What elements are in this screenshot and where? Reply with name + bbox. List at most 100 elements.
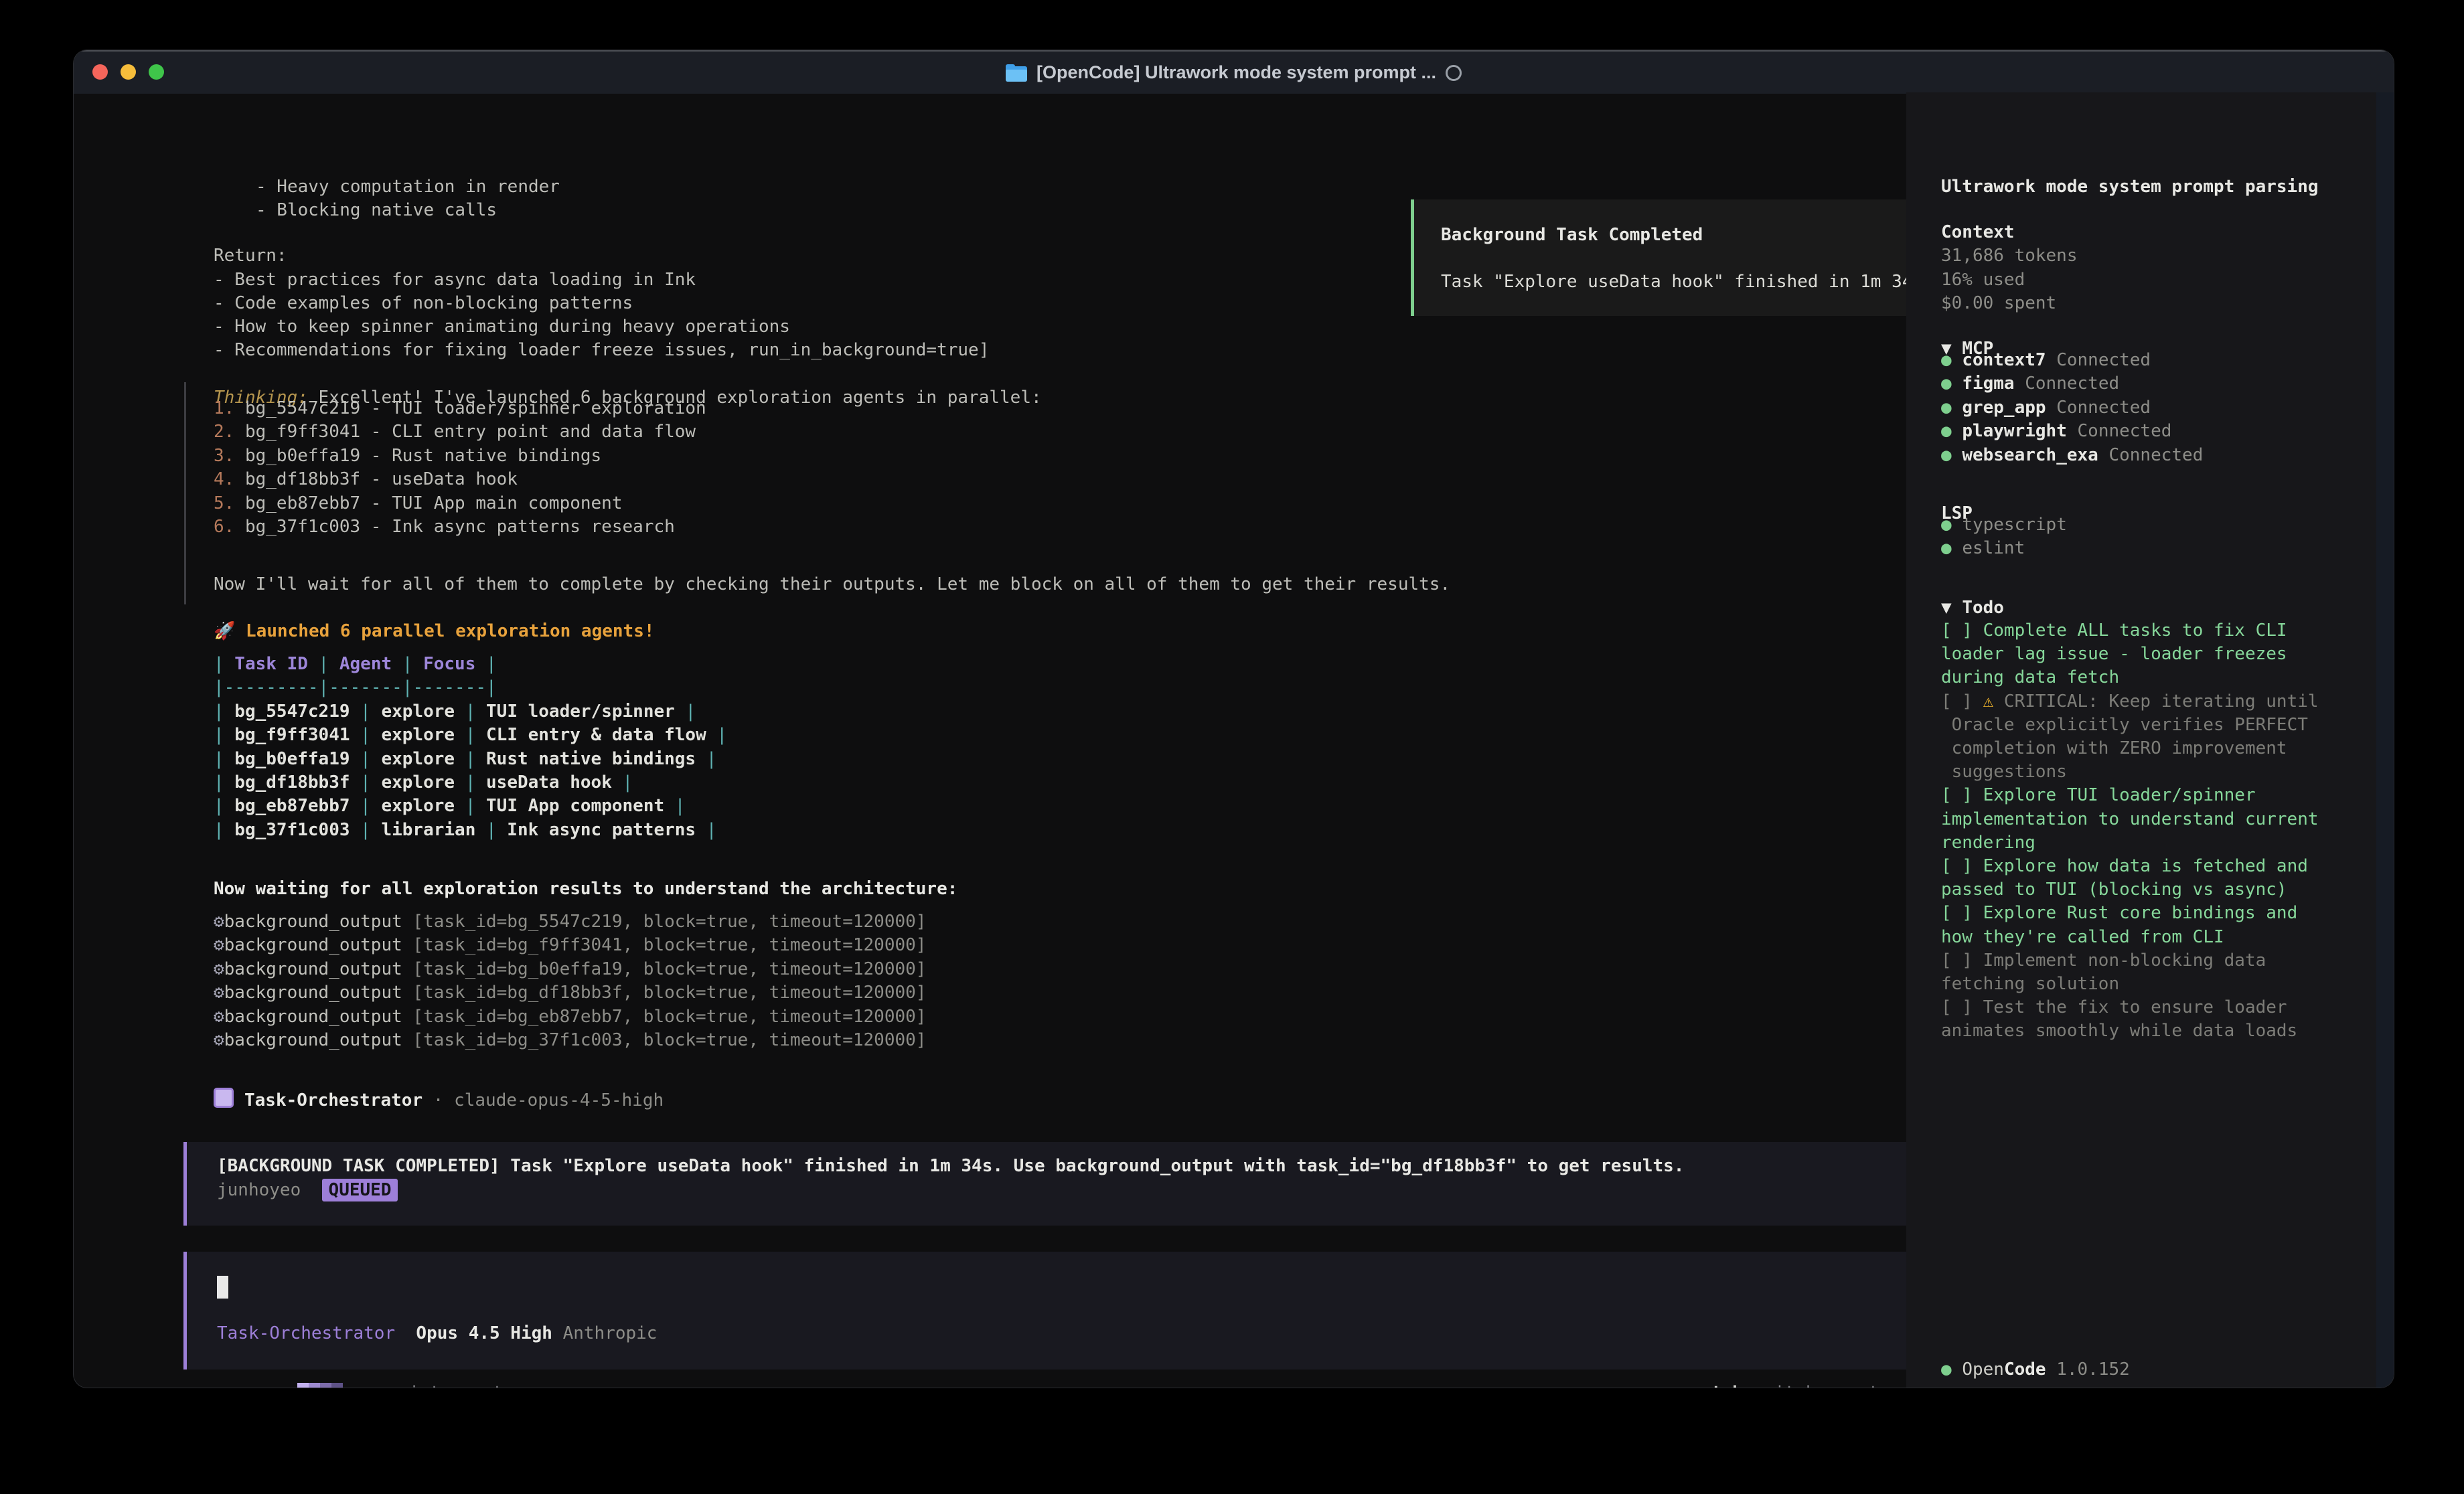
queued-badge: QUEUED — [322, 1179, 398, 1201]
return-item: - Code examples of non-blocking patterns — [214, 291, 633, 315]
todo-item[interactable]: [ ] Explore Rust core bindings and how t… — [1941, 902, 2370, 948]
tool-args: [task_id=bg_f9ff3041, block=true, timeou… — [402, 935, 927, 955]
launch-banner: Launched 6 parallel exploration agents! — [235, 621, 654, 641]
mcp-item: ● grep_app Connected — [1941, 396, 2203, 420]
todo-text: Explore Rust core bindings and how they'… — [1941, 903, 2297, 946]
scrollbar-track[interactable] — [2376, 92, 2394, 1388]
window-titlebar[interactable]: [OpenCode] Ultrawork mode system prompt … — [74, 50, 2394, 94]
todo-checkbox: [ ] — [1941, 620, 1973, 641]
tool-name: background_output — [224, 1030, 402, 1050]
table-pipe: | — [675, 796, 686, 816]
tool-output-bullet: - Blocking native calls — [256, 198, 497, 222]
table-pipe: | — [214, 772, 224, 793]
todo-heading[interactable]: ▼ Todo — [1941, 596, 2004, 620]
table-pipe: | — [465, 796, 476, 816]
table-pipe: | — [360, 796, 371, 816]
table-separator-dashes: ------- — [412, 677, 486, 697]
toast-background-task-completed[interactable]: Background Task Completed Task "Explore … — [1411, 199, 1947, 316]
spinner-gradient — [297, 1383, 343, 1388]
todo-text: Explore how data is fetched and passed t… — [1941, 856, 2308, 900]
table-cell: bg_5547c219 — [224, 701, 361, 722]
table-separator-dashes: ------- — [329, 677, 402, 697]
agent-number: 5. — [214, 493, 234, 513]
tool-call-list: ⚙background_output [task_id=bg_5547c219,… — [214, 910, 926, 1052]
table-header-cell: Focus — [412, 654, 486, 674]
table-row: | bg_f9ff3041 | explore | CLI entry & da… — [214, 724, 727, 747]
agent-number: 1. — [214, 398, 234, 418]
space — [301, 1180, 321, 1200]
table-cell: TUI App component — [475, 796, 674, 816]
folder-icon — [1006, 64, 1027, 82]
todo-item[interactable]: [ ] Explore how data is fetched and pass… — [1941, 855, 2370, 902]
todo-item[interactable]: [ ] ⚠ CRITICAL: Keep iterating until Ora… — [1941, 690, 2370, 784]
wait-text: Now I'll wait for all of them to complet… — [214, 572, 1450, 596]
table-pipe: | — [360, 725, 371, 745]
table-pipe: | — [706, 820, 717, 840]
return-item: - Recommendations for fixing loader free… — [214, 338, 989, 362]
table-pipe: | — [623, 772, 633, 793]
connected-dot-icon: ● — [1941, 515, 1962, 535]
table-cell: librarian — [371, 820, 486, 840]
table-pipe: | — [319, 677, 329, 697]
waiting-heading: Now waiting for all exploration results … — [214, 877, 957, 901]
opencode-terminal-window: [OpenCode] Ultrawork mode system prompt … — [74, 50, 2394, 1388]
agent-text: bg_eb87ebb7 - TUI App main component — [234, 493, 622, 513]
connected-dot-icon: ● — [1941, 421, 1962, 441]
tool-name: background_output — [224, 1007, 402, 1027]
mcp-status: Connected — [2046, 350, 2151, 370]
todo-checkbox: [ ] — [1941, 691, 1973, 712]
context-spent: $0.00 spent — [1941, 291, 2056, 315]
mcp-name: playwright — [1962, 421, 2067, 441]
input-agent-name[interactable]: Task-Orchestrator — [217, 1323, 395, 1343]
table-pipe: | — [214, 820, 224, 840]
tool-call-line: ⚙background_output [task_id=bg_df18bb3f,… — [214, 981, 926, 1005]
space — [395, 1323, 416, 1343]
tool-name: background_output — [224, 935, 402, 955]
table-pipe: | — [706, 749, 717, 769]
table-row: | bg_df18bb3f | explore | useData hook | — [214, 771, 727, 795]
text-cursor — [217, 1276, 228, 1299]
agent-number: 2. — [214, 422, 234, 442]
toast-message: Task "Explore useData hook" finished in … — [1441, 270, 1934, 294]
statusbar-left: esc interrupt — [194, 1357, 503, 1381]
prompt-input-box[interactable]: Task-Orchestrator Opus 4.5 High Anthropi… — [183, 1252, 1944, 1370]
table-pipe: | — [486, 654, 497, 674]
connected-dot-icon: ● — [1941, 538, 1962, 558]
table-pipe: | — [360, 820, 371, 840]
progress-circle-icon — [1446, 65, 1462, 81]
agent-list-item: 1. bg_5547c219 - TUI loader/spinner expl… — [214, 397, 706, 420]
esc-key[interactable]: esc — [367, 1383, 398, 1388]
table-separator-row: |---------|-------|-------| — [214, 676, 727, 699]
table-pipe: | — [465, 772, 476, 793]
todo-item[interactable]: [ ] Test the fix to ensure loader animat… — [1941, 996, 2370, 1043]
connected-dot-icon: ● — [1941, 374, 1962, 394]
space — [552, 1323, 563, 1343]
context-heading: Context — [1941, 220, 2015, 244]
table-header-cell: Agent — [329, 654, 402, 674]
mcp-item: ● context7 Connected — [1941, 349, 2203, 372]
agent-list-item: 4. bg_df18bb3f - useData hook — [214, 468, 706, 491]
todo-item[interactable]: [ ] Implement non-blocking data fetching… — [1941, 949, 2370, 996]
agent-list: 1. bg_5547c219 - TUI loader/spinner expl… — [214, 397, 706, 539]
input-model[interactable]: Opus 4.5 High — [416, 1323, 552, 1343]
table-row: | bg_37f1c003 | librarian | Ink async pa… — [214, 819, 727, 842]
agent-number: 3. — [214, 446, 234, 466]
collapse-triangle-icon[interactable]: ▼ — [1941, 598, 1952, 618]
background-completed-box: [BACKGROUND TASK COMPLETED] Task "Explor… — [183, 1142, 1944, 1226]
todo-item[interactable]: [ ] Complete ALL tasks to fix CLI loader… — [1941, 619, 2370, 690]
table-pipe: | — [465, 749, 476, 769]
return-item: - Best practices for async data loading … — [214, 268, 696, 292]
todo-text: Implement non-blocking data fetching sol… — [1941, 950, 2266, 994]
app-name-regular: Open — [1962, 1359, 2004, 1380]
sidebar-footer: ● OpenCode 1.0.152 — [1941, 1357, 2130, 1382]
tool-args: [task_id=bg_df18bb3f, block=true, timeou… — [402, 983, 927, 1003]
table-pipe: | — [465, 701, 476, 722]
space — [1879, 1383, 1900, 1388]
toast-title: Background Task Completed — [1441, 223, 1703, 247]
app-name-bold: Code — [2004, 1359, 2046, 1380]
table-cell: Ink async patterns — [497, 820, 706, 840]
table-separator-dashes: --------- — [224, 677, 319, 697]
table-cell: explore — [371, 772, 465, 793]
tab-key[interactable]: tab — [1711, 1383, 1743, 1388]
todo-item[interactable]: [ ] Explore TUI loader/spinner implement… — [1941, 784, 2370, 855]
